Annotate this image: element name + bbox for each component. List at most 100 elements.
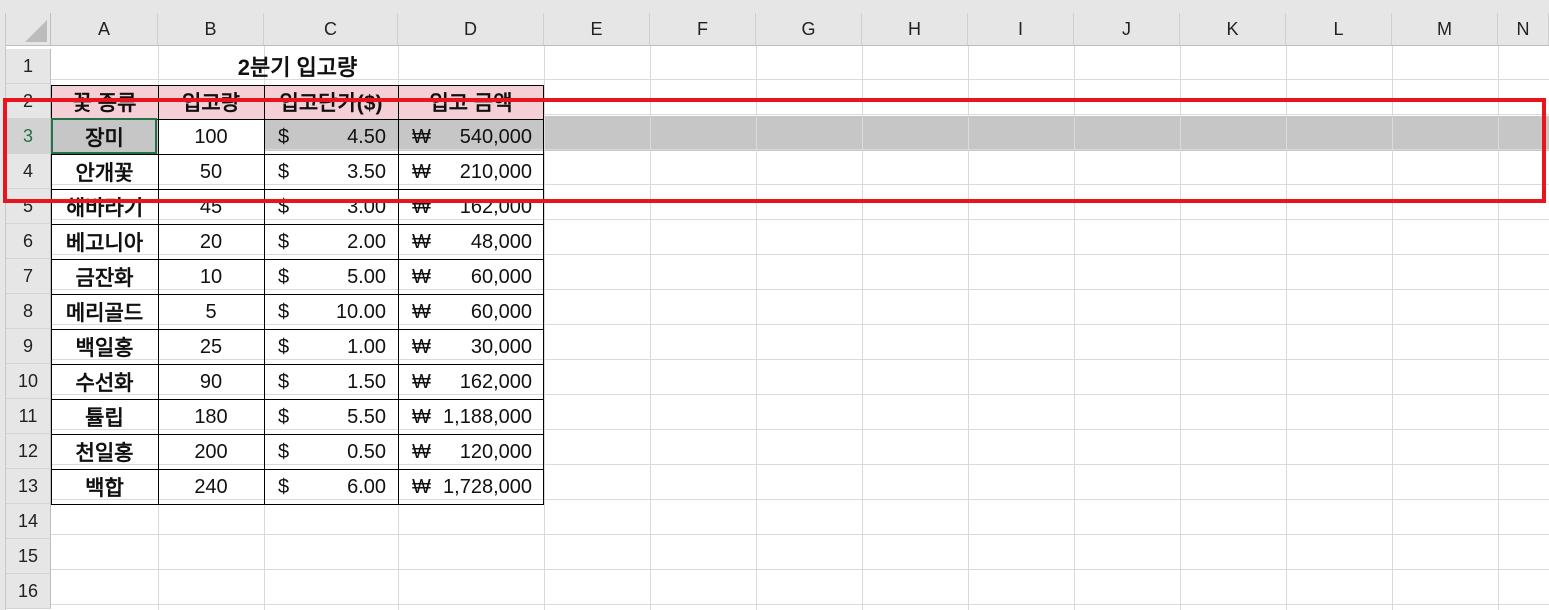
- row-header-10[interactable]: 10: [6, 364, 51, 399]
- cell-amount[interactable]: ₩210,000: [398, 155, 544, 189]
- cell-unit-price[interactable]: $1.50: [264, 365, 398, 399]
- row-header-1[interactable]: 1: [6, 49, 51, 84]
- amount-value: 162,000: [459, 370, 532, 393]
- unit-price-value: 1.50: [347, 370, 386, 393]
- cell-quantity[interactable]: 50: [158, 155, 264, 189]
- column-header-E[interactable]: E: [544, 13, 650, 46]
- unit-price-value: 3.00: [347, 195, 386, 218]
- cell-unit-price[interactable]: $1.00: [264, 330, 398, 364]
- cell-flower-name[interactable]: 베고니아: [51, 225, 158, 259]
- table-header-3[interactable]: 입고단가($): [264, 85, 398, 119]
- cell-amount[interactable]: ₩48,000: [398, 225, 544, 259]
- cell-unit-price[interactable]: $0.50: [264, 435, 398, 469]
- row-header-4[interactable]: 4: [6, 154, 51, 189]
- cell-unit-price[interactable]: $10.00: [264, 295, 398, 329]
- cell-amount[interactable]: ₩60,000: [398, 295, 544, 329]
- cell-unit-price[interactable]: $3.50: [264, 155, 398, 189]
- table-header-2[interactable]: 입고량: [158, 85, 264, 119]
- cell-flower-name[interactable]: 장미: [51, 120, 158, 154]
- cell-quantity[interactable]: 20: [158, 225, 264, 259]
- column-header-L[interactable]: L: [1286, 13, 1392, 46]
- cell-flower-name[interactable]: 해바라기: [51, 190, 158, 224]
- row-header-2[interactable]: 2: [6, 84, 51, 119]
- cell-unit-price[interactable]: $2.00: [264, 225, 398, 259]
- row-header-12[interactable]: 12: [6, 434, 51, 469]
- cell-quantity[interactable]: 10: [158, 260, 264, 294]
- row-header-7[interactable]: 7: [6, 259, 51, 294]
- column-header-J[interactable]: J: [1074, 13, 1180, 46]
- gridline-vertical: [650, 46, 651, 610]
- row-header-3[interactable]: 3: [6, 119, 51, 154]
- unit-price-value: 1.00: [347, 335, 386, 358]
- cell-unit-price[interactable]: $3.00: [264, 190, 398, 224]
- cell-amount[interactable]: ₩540,000: [398, 120, 544, 154]
- gridline-vertical: [1074, 46, 1075, 610]
- row-header-11[interactable]: 11: [6, 399, 51, 434]
- cell-quantity[interactable]: 25: [158, 330, 264, 364]
- cell-flower-name[interactable]: 수선화: [51, 365, 158, 399]
- table-border-horizontal: [51, 224, 544, 225]
- select-all-button[interactable]: [6, 13, 51, 46]
- column-header-D[interactable]: D: [398, 13, 544, 46]
- row-header-5[interactable]: 5: [6, 189, 51, 224]
- cell-amount[interactable]: ₩162,000: [398, 190, 544, 224]
- amount-value: 1,188,000: [443, 405, 532, 428]
- row-header-16[interactable]: 16: [6, 574, 51, 609]
- gridline-horizontal: [51, 534, 1549, 535]
- cell-amount[interactable]: ₩120,000: [398, 435, 544, 469]
- dollar-sign: $: [278, 125, 290, 148]
- cell-amount[interactable]: ₩162,000: [398, 365, 544, 399]
- unit-price-value: 5.00: [347, 265, 386, 288]
- column-header-A[interactable]: A: [51, 13, 158, 46]
- cell-amount[interactable]: ₩30,000: [398, 330, 544, 364]
- sheet-title[interactable]: 2분기 입고량: [51, 49, 544, 82]
- table-border-horizontal: [51, 434, 544, 435]
- cell-quantity[interactable]: 240: [158, 470, 264, 504]
- row-header-15[interactable]: 15: [6, 539, 51, 574]
- cell-quantity[interactable]: 100: [158, 120, 264, 154]
- cell-flower-name[interactable]: 천일홍: [51, 435, 158, 469]
- cell-amount[interactable]: ₩60,000: [398, 260, 544, 294]
- column-header-H[interactable]: H: [862, 13, 968, 46]
- cell-quantity[interactable]: 180: [158, 400, 264, 434]
- row-header-9[interactable]: 9: [6, 329, 51, 364]
- table-header-1[interactable]: 꽃 종류: [51, 85, 158, 119]
- column-header-B[interactable]: B: [158, 13, 264, 46]
- cell-flower-name[interactable]: 안개꽃: [51, 155, 158, 189]
- dollar-sign: $: [278, 195, 290, 218]
- cell-amount[interactable]: ₩1,728,000: [398, 470, 544, 504]
- row-header-14[interactable]: 14: [6, 504, 51, 539]
- cell-flower-name[interactable]: 백일홍: [51, 330, 158, 364]
- table-border-horizontal: [51, 294, 544, 295]
- column-header-C[interactable]: C: [264, 13, 398, 46]
- table-header-4[interactable]: 입고 금액: [398, 85, 544, 119]
- cell-quantity[interactable]: 200: [158, 435, 264, 469]
- column-header-K[interactable]: K: [1180, 13, 1286, 46]
- cell-unit-price[interactable]: $4.50: [264, 120, 398, 154]
- cell-quantity[interactable]: 45: [158, 190, 264, 224]
- cell-quantity[interactable]: 5: [158, 295, 264, 329]
- dollar-sign: $: [278, 230, 290, 253]
- cell-flower-name[interactable]: 튤립: [51, 400, 158, 434]
- cell-quantity[interactable]: 90: [158, 365, 264, 399]
- row-header-13[interactable]: 13: [6, 469, 51, 504]
- cell-flower-name[interactable]: 메리골드: [51, 295, 158, 329]
- column-header-N[interactable]: N: [1498, 13, 1549, 46]
- cell-unit-price[interactable]: $5.00: [264, 260, 398, 294]
- row-header-6[interactable]: 6: [6, 224, 51, 259]
- table-border-horizontal: [51, 259, 544, 260]
- cell-flower-name[interactable]: 금잔화: [51, 260, 158, 294]
- cell-unit-price[interactable]: $5.50: [264, 400, 398, 434]
- cell-unit-price[interactable]: $6.00: [264, 470, 398, 504]
- cell-amount[interactable]: ₩1,188,000: [398, 400, 544, 434]
- column-header-I[interactable]: I: [968, 13, 1074, 46]
- column-header-M[interactable]: M: [1392, 13, 1498, 46]
- gridline-horizontal: [51, 604, 1549, 605]
- dollar-sign: $: [278, 370, 290, 393]
- column-header-F[interactable]: F: [650, 13, 756, 46]
- gridline-vertical: [1286, 46, 1287, 610]
- row-header-8[interactable]: 8: [6, 294, 51, 329]
- column-header-G[interactable]: G: [756, 13, 862, 46]
- amount-value: 540,000: [459, 125, 532, 148]
- cell-flower-name[interactable]: 백합: [51, 470, 158, 504]
